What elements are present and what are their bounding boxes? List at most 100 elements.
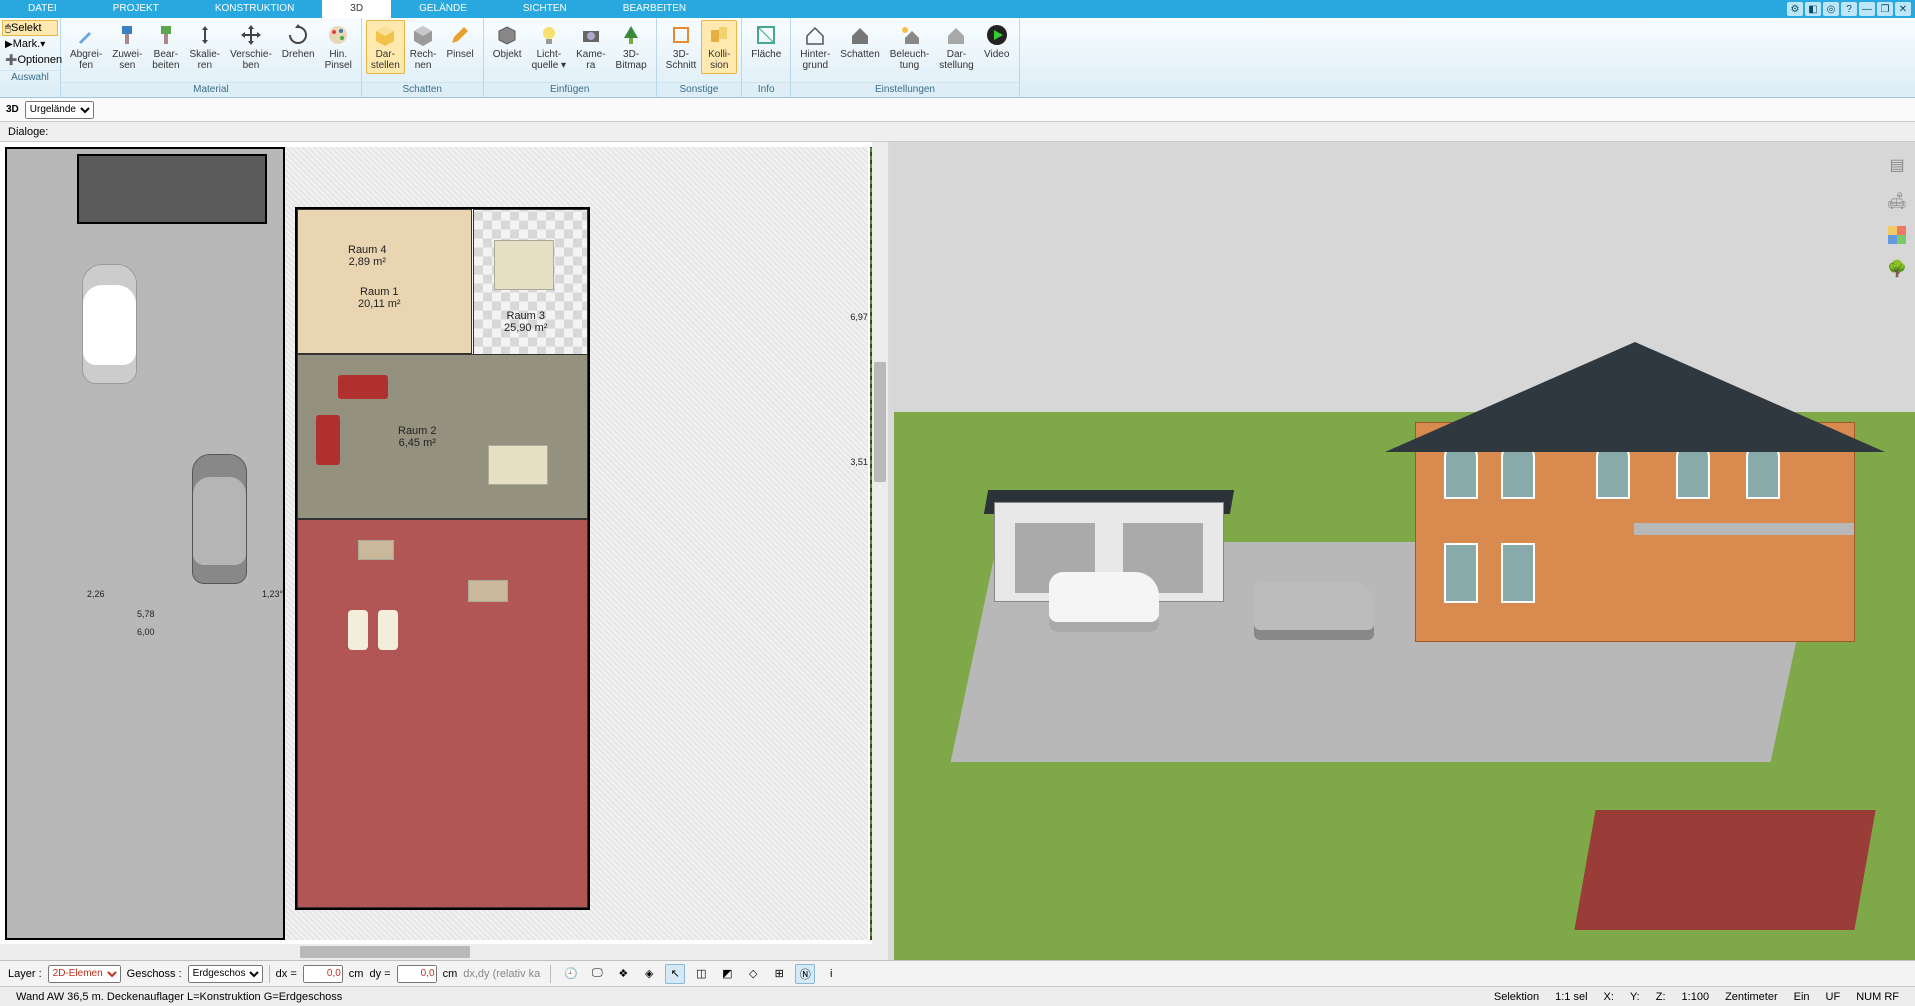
hintergrund-label: Hinter- grund: [800, 49, 830, 71]
menu-tab-sichten[interactable]: SICHTEN: [495, 0, 595, 18]
help-icon[interactable]: ?: [1841, 2, 1857, 16]
flaeche-button[interactable]: Fläche: [746, 20, 786, 63]
play-icon: [985, 23, 1009, 47]
optionen-button[interactable]: ➕ Optionen: [2, 52, 58, 68]
dialog-bar: Dialoge:: [0, 122, 1915, 142]
arrows-icon: [193, 23, 217, 47]
scroll-thumb-h[interactable]: [300, 946, 470, 958]
hintergrund-button[interactable]: Hinter- grund: [795, 20, 835, 74]
monitor-icon[interactable]: 🖵: [587, 964, 607, 984]
schatten2-button[interactable]: Schatten: [835, 20, 884, 63]
drehen-button[interactable]: Drehen: [277, 20, 320, 63]
grid2-icon[interactable]: ⊞: [769, 964, 789, 984]
house-roof-3d: [1385, 342, 1885, 452]
zuweisen-button[interactable]: Zuwei- sen: [107, 20, 147, 74]
ribbon-group-schatten: Dar- stellenRech- nenPinselSchatten: [362, 18, 484, 97]
layer-select[interactable]: 2D-Elemen: [48, 965, 121, 983]
pane-2d-floorplan[interactable]: 2,26 5,78 6,00 1,23° Raum 120,11 m² Raum…: [0, 142, 888, 960]
clock-icon[interactable]: 🕘: [561, 964, 581, 984]
abgreifen-button[interactable]: Abgrei- fen: [65, 20, 107, 74]
dy-unit: cm: [443, 968, 458, 980]
cube-icon[interactable]: ◧: [1805, 2, 1821, 16]
group-label-einfügen: Einfügen: [484, 82, 656, 97]
kamera-label: Kame- ra: [576, 49, 605, 71]
video-button[interactable]: Video: [979, 20, 1015, 63]
cube-yellow-icon: [373, 23, 397, 47]
scrollbar-v-2d[interactable]: [872, 142, 888, 960]
minimize-icon[interactable]: —: [1859, 2, 1875, 16]
n-icon[interactable]: Ⓝ: [795, 964, 815, 984]
tile-icon[interactable]: ◫: [691, 964, 711, 984]
info-icon[interactable]: i: [821, 964, 841, 984]
rechnen-button[interactable]: Rech- nen: [405, 20, 442, 74]
ribbon-group-material: Abgrei- fenZuwei- senBear- beitenSkalie-…: [61, 18, 362, 97]
dot-icon[interactable]: ◇: [743, 964, 763, 984]
layers-icon[interactable]: ▤: [1886, 154, 1908, 176]
ribbon-group-auswahl: 🖱 Selekt ▶ Mark. ▾ ➕ Optionen Auswahl: [0, 18, 61, 97]
3dbitmap-button[interactable]: 3D- Bitmap: [611, 20, 652, 74]
grid-icon[interactable]: [1888, 226, 1906, 244]
objekt-button[interactable]: Objekt: [488, 20, 527, 63]
menu-tab-datei[interactable]: DATEI: [0, 0, 85, 18]
verschieben-button[interactable]: Verschie- ben: [225, 20, 277, 74]
garage-roof-2d: [77, 154, 267, 224]
camera-icon: [579, 23, 603, 47]
close-icon[interactable]: ✕: [1895, 2, 1911, 16]
brush-green-icon: [154, 23, 178, 47]
lichtquelle-button[interactable]: Licht- quelle ▾: [527, 20, 572, 74]
floorplan-canvas[interactable]: 2,26 5,78 6,00 1,23° Raum 120,11 m² Raum…: [5, 147, 868, 940]
mark-button[interactable]: ▶ Mark. ▾: [2, 36, 58, 52]
ribbon-group-sonstige: 3D- SchnittKolli- sionSonstige: [657, 18, 743, 97]
scrollbar-h-2d[interactable]: [0, 944, 872, 960]
geschoss-select[interactable]: Erdgeschos: [188, 965, 263, 983]
layer-label: Layer :: [8, 968, 42, 980]
room4-area: 2,89 m²: [349, 256, 386, 268]
beleuchtung-button[interactable]: Beleuch- tung: [885, 20, 934, 74]
pane-3d-render[interactable]: ▤ 🛋 🌳: [894, 142, 1915, 960]
house-grey-icon: [944, 23, 968, 47]
dy-input[interactable]: [397, 965, 437, 983]
selekt-button[interactable]: 🖱 Selekt: [2, 20, 58, 36]
darstellen-button[interactable]: Dar- stellen: [366, 20, 405, 74]
lichtquelle-label: Licht- quelle ▾: [532, 49, 567, 71]
drehen-label: Drehen: [282, 49, 315, 60]
darstellung-button[interactable]: Dar- stellung: [934, 20, 978, 74]
tile2-icon[interactable]: ◩: [717, 964, 737, 984]
stack2-icon[interactable]: ◈: [639, 964, 659, 984]
status-ratio: 1:1 sel: [1547, 991, 1595, 1003]
gear-icon[interactable]: ⚙: [1787, 2, 1803, 16]
kollision-button[interactable]: Kolli- sion: [701, 20, 737, 74]
house-line-icon: [803, 23, 827, 47]
room1-area: 20,11 m²: [358, 298, 401, 310]
stack-icon[interactable]: ❖: [613, 964, 633, 984]
3dschnitt-button[interactable]: 3D- Schnitt: [661, 20, 702, 74]
tree-icon[interactable]: 🌳: [1886, 258, 1908, 280]
menu-tab-projekt[interactable]: PROJEKT: [85, 0, 187, 18]
skalieren-button[interactable]: Skalie- ren: [185, 20, 226, 74]
menu-tab-konstruktion[interactable]: KONSTRUKTION: [187, 0, 322, 18]
abgreifen-label: Abgrei- fen: [70, 49, 102, 71]
dx-input[interactable]: [303, 965, 343, 983]
menu-tab-bearbeiten[interactable]: BEARBEITEN: [595, 0, 714, 18]
scroll-thumb-v[interactable]: [874, 362, 886, 482]
window-lower-2: [1501, 543, 1535, 603]
cursor-icon[interactable]: ↖: [665, 964, 685, 984]
pinsel-button[interactable]: Pinsel: [441, 20, 478, 63]
kamera-button[interactable]: Kame- ra: [571, 20, 610, 74]
group-label-info: Info: [742, 82, 790, 97]
menu-tab-3d[interactable]: 3D: [322, 0, 391, 18]
menu-tab-gelände[interactable]: GELÄNDE: [391, 0, 495, 18]
restore-icon[interactable]: ❐: [1877, 2, 1893, 16]
ribbon-group-einstellungen: Hinter- grundSchattenBeleuch- tungDar- s…: [791, 18, 1019, 97]
terrace-3d: [1574, 810, 1875, 930]
target-icon[interactable]: ◎: [1823, 2, 1839, 16]
bearbeiten-button[interactable]: Bear- beiten: [147, 20, 184, 74]
armchair-icon[interactable]: 🛋: [1886, 190, 1908, 212]
brush-blue-icon: [115, 23, 139, 47]
status-scale: 1:100: [1674, 991, 1718, 1003]
status-bar: Wand AW 36,5 m. Deckenauflager L=Konstru…: [0, 986, 1915, 1006]
dining-table: [494, 240, 554, 290]
subbar-3d-label: 3D: [6, 104, 19, 115]
subbar-select[interactable]: Urgelände: [25, 101, 94, 119]
hinpinsel-button[interactable]: Hin. Pinsel: [320, 20, 357, 74]
